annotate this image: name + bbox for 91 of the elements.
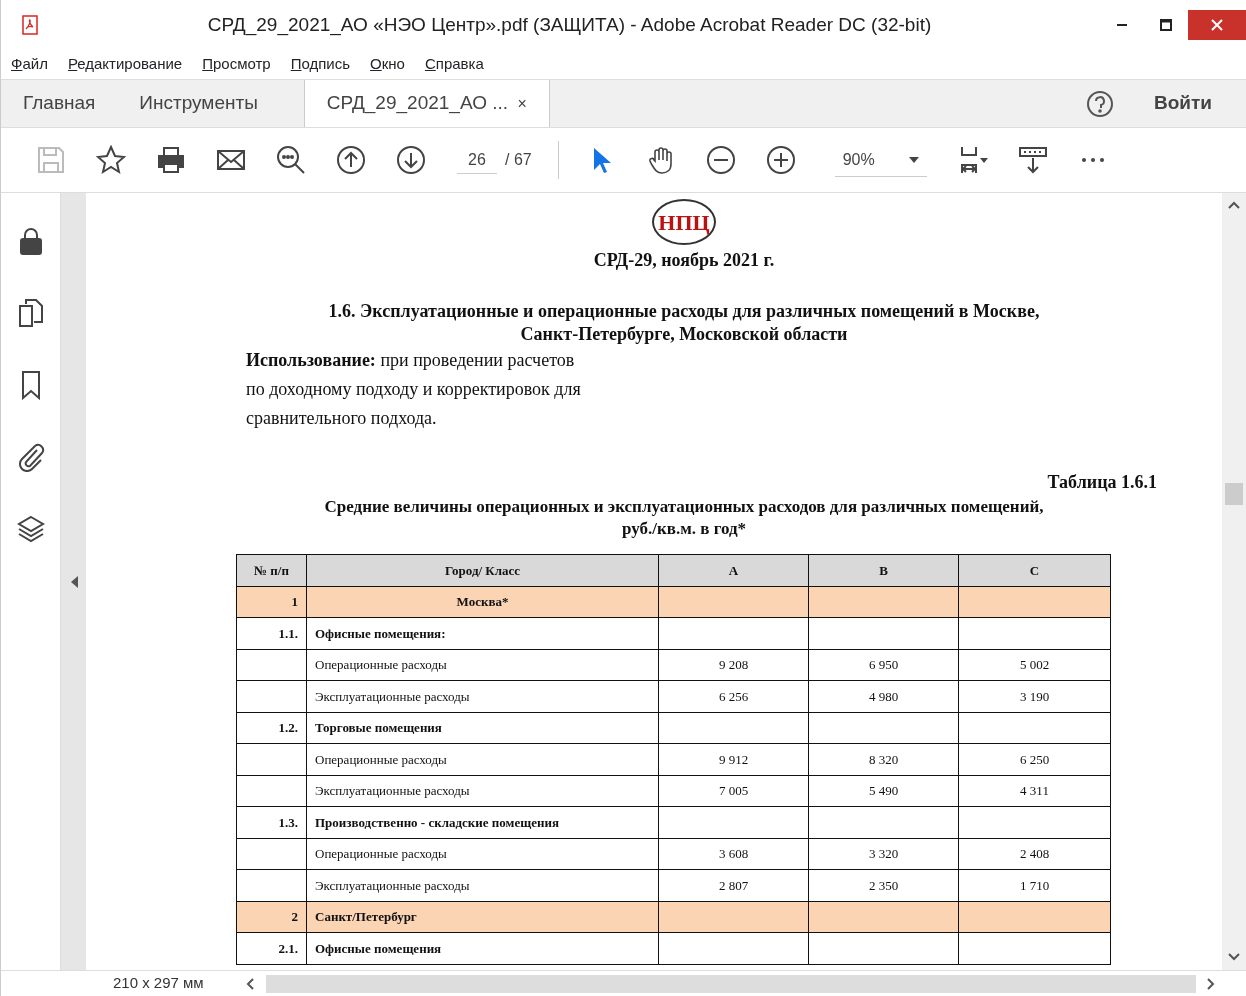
printer-icon: [156, 145, 186, 175]
section-heading: Санкт-Петербурге, Московской области: [519, 323, 849, 346]
menu-item[interactable]: Редактирование: [67, 53, 183, 76]
scroll-thumb[interactable]: [1225, 483, 1243, 505]
section-heading: 1.6. Эксплуатационные и операционные расходы для различных помещений в Москве,: [327, 300, 1041, 323]
table-cell: 2 350: [808, 869, 959, 901]
table-cell: Торговые помещения: [306, 712, 659, 744]
search-icon: [276, 145, 306, 175]
horizontal-scrollbar[interactable]: [266, 974, 1196, 993]
zoom-out-icon: [705, 145, 736, 175]
logo: НПЦ: [652, 199, 716, 245]
table-cell: Операционные расходы: [306, 743, 659, 775]
usage-paragraph: Использование: при проведении расчетов по доходному подходу и корректировок для сравнительного подхода.: [246, 349, 582, 430]
table-cell: 6 250: [958, 743, 1111, 775]
table-cell: Санкт/Петербург: [306, 901, 659, 933]
table-cell: 3 608: [658, 838, 809, 870]
table-cell: 4 980: [808, 680, 959, 712]
pdf-app-icon: [21, 15, 39, 35]
table-cell: 6 256: [658, 680, 809, 712]
arrow-down-icon: [396, 145, 426, 175]
column-header: Город/ Класс: [306, 554, 659, 586]
table-cell: Операционные расходы: [306, 838, 659, 870]
menu-item[interactable]: Просмотр: [202, 53, 271, 76]
star-icon: [96, 145, 126, 175]
table-cell: Москва*: [306, 586, 659, 618]
table-cell: Эксплуатационные расходы: [306, 869, 659, 901]
vertical-scrollbar[interactable]: [1222, 193, 1246, 970]
scroll-right-icon[interactable]: [1206, 976, 1216, 991]
table-caption: Средние величины операционных и эксплуатационных расходов для различных помещений,: [323, 496, 1045, 518]
column-header: № п/п: [236, 554, 307, 586]
column-header: B: [808, 554, 959, 586]
table-cell: 1 710: [958, 869, 1111, 901]
maximize-icon: [1160, 19, 1172, 31]
layers-icon: [16, 514, 45, 544]
zoom-dropdown[interactable]: 90%: [834, 143, 927, 177]
table-cell: Офисные помещения: [306, 932, 659, 964]
table-caption: руб./кв.м. в год*: [620, 518, 748, 540]
menu-item[interactable]: Справка: [424, 53, 484, 76]
paperclip-icon: [16, 442, 45, 472]
table-cell: 3 190: [958, 680, 1111, 712]
page-count: / 67: [505, 150, 532, 170]
table-cell: 1.3.: [236, 806, 307, 838]
table-cell: 1.2.: [236, 712, 307, 744]
menu-item[interactable]: Окно: [370, 53, 405, 76]
close-button[interactable]: [1188, 10, 1246, 40]
caret-icon: [908, 156, 919, 163]
window-title: СРД_29_2021_АО «НЭО Центр».pdf (ЗАЩИТА) - Adobe Acrobat Reader DC (32-bit): [206, 12, 933, 38]
table-cell: Операционные расходы: [306, 649, 659, 681]
table-cell: 7 005: [658, 775, 809, 807]
table-cell: 8 320: [808, 743, 959, 775]
column-header: C: [958, 554, 1111, 586]
table-number: Таблица 1.6.1: [1046, 471, 1157, 494]
table-cell: Эксплуатационные расходы: [306, 775, 659, 807]
page-size: 210 x 297 мм: [112, 973, 205, 994]
table-cell: 2 408: [958, 838, 1111, 870]
table-cell: 9 912: [658, 743, 809, 775]
save-icon: [36, 145, 66, 175]
menu-item[interactable]: Подпись: [290, 53, 351, 76]
table-cell: 2.1.: [236, 932, 307, 964]
scroll-down-icon[interactable]: [1227, 952, 1241, 962]
table-cell: 6 950: [808, 649, 959, 681]
table-cell: 1: [236, 586, 307, 618]
table-cell: 1.1.: [236, 617, 307, 649]
keyboard-arrow-icon: [1017, 145, 1048, 175]
scroll-left-icon[interactable]: [246, 976, 256, 991]
table-cell: 2: [236, 901, 307, 933]
tab[interactable]: Главная: [1, 80, 118, 127]
tab[interactable]: Инструменты: [117, 80, 280, 127]
pages-icon: [16, 298, 45, 328]
scroll-up-icon[interactable]: [1227, 201, 1241, 211]
table-cell: Офисные помещения:: [306, 617, 659, 649]
more-icon: [1080, 157, 1105, 163]
table-cell: 4 311: [958, 775, 1111, 807]
sign-in-button[interactable]: Войти: [1130, 80, 1246, 127]
arrow-up-icon: [336, 145, 366, 175]
zoom-in-icon: [765, 145, 796, 175]
tab-close-button[interactable]: ×: [517, 91, 527, 116]
edition-line: СРД-29, ноябрь 2021 г.: [592, 249, 776, 272]
table-cell: 9 208: [658, 649, 809, 681]
column-header: A: [658, 554, 809, 586]
table-cell: 5 490: [808, 775, 959, 807]
table-cell: Эксплуатационные расходы: [306, 680, 659, 712]
close-icon: [1211, 19, 1223, 31]
table-cell: 2 807: [658, 869, 809, 901]
table-cell: 5 002: [958, 649, 1111, 681]
table-cell: Производственно - складские помещения: [306, 806, 659, 838]
menu-item[interactable]: Файл: [11, 53, 48, 76]
collapse-arrow-icon[interactable]: [69, 575, 78, 588]
table-cell: 3 320: [808, 838, 959, 870]
tab[interactable]: СРД_29_2021_АО ... ×: [303, 80, 550, 127]
help-icon: [1086, 90, 1114, 118]
